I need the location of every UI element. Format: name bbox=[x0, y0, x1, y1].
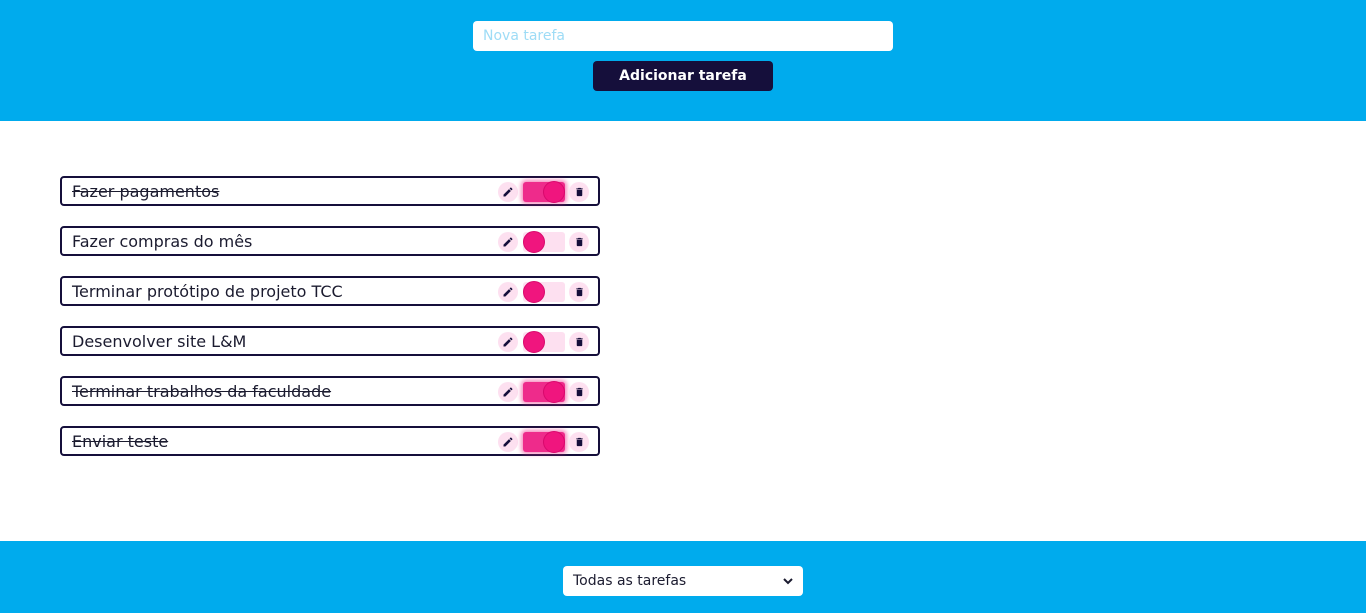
delete-task-button[interactable] bbox=[569, 432, 589, 452]
delete-task-button[interactable] bbox=[569, 282, 589, 302]
task-item: Enviar teste bbox=[60, 426, 600, 456]
task-text: Terminar trabalhos da faculdade bbox=[72, 382, 332, 401]
task-item: Desenvolver site L&M bbox=[60, 326, 600, 356]
header-bar: Adicionar tarefa bbox=[0, 0, 1366, 121]
trash-icon bbox=[575, 187, 583, 197]
task-text: Desenvolver site L&M bbox=[72, 332, 247, 351]
pencil-icon bbox=[503, 287, 513, 297]
task-done-toggle[interactable] bbox=[523, 181, 565, 203]
toggle-knob bbox=[543, 181, 565, 203]
edit-task-button[interactable] bbox=[498, 232, 518, 252]
toggle-knob bbox=[523, 331, 545, 353]
edit-task-button[interactable] bbox=[498, 182, 518, 202]
add-task-button[interactable]: Adicionar tarefa bbox=[593, 61, 773, 91]
delete-task-button[interactable] bbox=[569, 332, 589, 352]
trash-icon bbox=[575, 337, 583, 347]
delete-task-button[interactable] bbox=[569, 182, 589, 202]
edit-task-button[interactable] bbox=[498, 282, 518, 302]
trash-icon bbox=[575, 387, 583, 397]
pencil-icon bbox=[503, 237, 513, 247]
delete-task-button[interactable] bbox=[569, 232, 589, 252]
toggle-knob bbox=[523, 231, 545, 253]
toggle-knob bbox=[523, 281, 545, 303]
toggle-knob bbox=[543, 381, 565, 403]
trash-icon bbox=[575, 237, 583, 247]
task-filter-select[interactable]: Todas as tarefas bbox=[563, 566, 803, 596]
task-list: Fazer pagamentos Fazer compras do mês Te… bbox=[60, 176, 600, 476]
footer-bar: Todas as tarefas bbox=[0, 541, 1366, 613]
task-item: Terminar protótipo de projeto TCC bbox=[60, 276, 600, 306]
pencil-icon bbox=[503, 437, 513, 447]
task-text: Fazer pagamentos bbox=[72, 182, 220, 201]
task-text: Terminar protótipo de projeto TCC bbox=[72, 282, 343, 301]
new-task-input[interactable] bbox=[473, 21, 893, 51]
toggle-knob bbox=[543, 431, 565, 453]
task-item: Fazer pagamentos bbox=[60, 176, 600, 206]
edit-task-button[interactable] bbox=[498, 382, 518, 402]
delete-task-button[interactable] bbox=[569, 382, 589, 402]
task-item: Terminar trabalhos da faculdade bbox=[60, 376, 600, 406]
edit-task-button[interactable] bbox=[498, 432, 518, 452]
task-done-toggle[interactable] bbox=[523, 431, 565, 453]
task-done-toggle[interactable] bbox=[523, 281, 565, 303]
chevron-down-icon bbox=[783, 577, 793, 584]
task-done-toggle[interactable] bbox=[523, 331, 565, 353]
task-done-toggle[interactable] bbox=[523, 381, 565, 403]
pencil-icon bbox=[503, 387, 513, 397]
trash-icon bbox=[575, 287, 583, 297]
pencil-icon bbox=[503, 187, 513, 197]
task-text: Enviar teste bbox=[72, 432, 169, 451]
task-text: Fazer compras do mês bbox=[72, 232, 253, 251]
task-item: Fazer compras do mês bbox=[60, 226, 600, 256]
edit-task-button[interactable] bbox=[498, 332, 518, 352]
trash-icon bbox=[575, 437, 583, 447]
filter-selected-label: Todas as tarefas bbox=[573, 573, 687, 589]
pencil-icon bbox=[503, 337, 513, 347]
task-done-toggle[interactable] bbox=[523, 231, 565, 253]
